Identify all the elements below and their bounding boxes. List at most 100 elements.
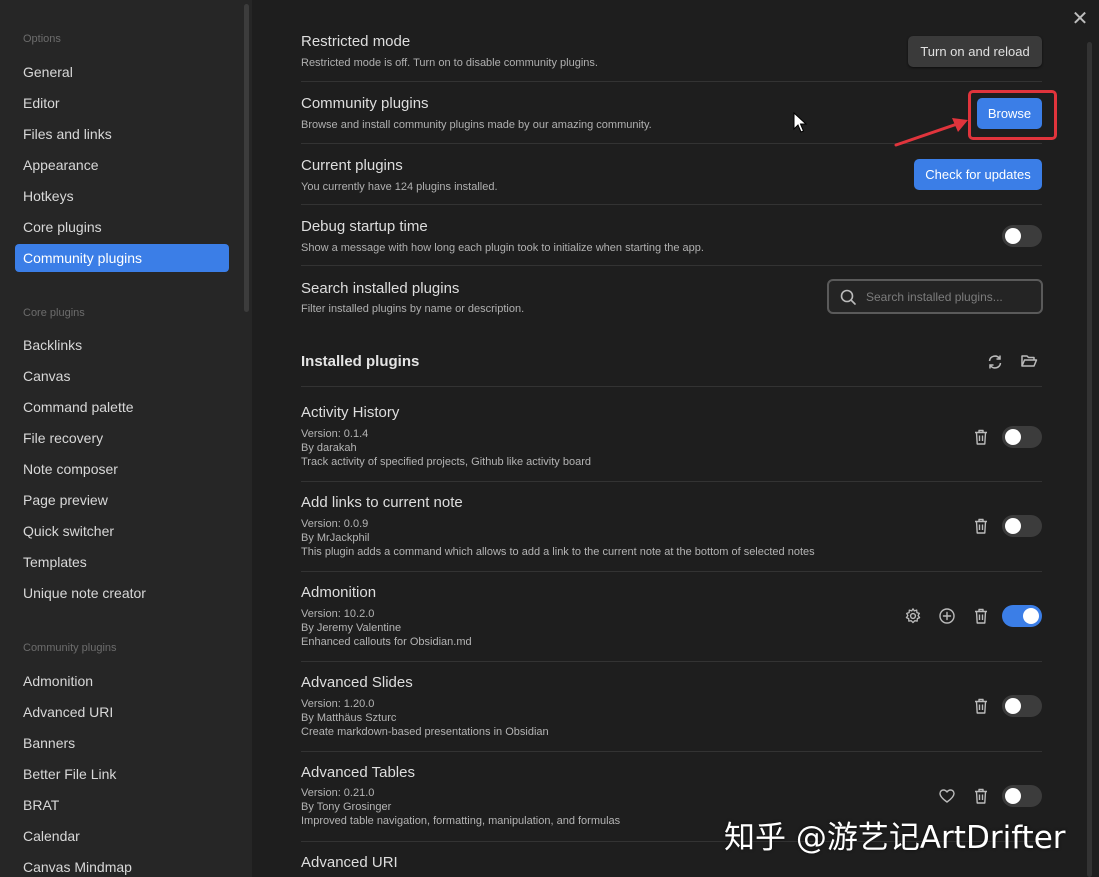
plugin-item-advanced-slides: Advanced Slides Version: 1.20.0 By Matth… [301,662,1042,752]
plugin-author: By Matthäus Szturc [301,712,397,724]
sidebar-item-backlinks[interactable]: Backlinks [15,331,229,359]
plugin-name: Admonition [301,584,377,601]
debug-startup-toggle[interactable] [1002,225,1042,247]
sidebar-item-quick-switcher[interactable]: Quick switcher [15,517,229,545]
sidebar-item-appearance[interactable]: Appearance [15,151,229,179]
sidebar-item-advanced-uri[interactable]: Advanced URI [15,698,229,726]
plugin-enable-toggle[interactable] [1002,605,1042,627]
setting-title: Community plugins [301,95,429,112]
watermark-text: 知乎 @游艺记ArtDrifter [724,820,1066,856]
search-installed-plugins-input[interactable]: Search installed plugins... [827,279,1043,314]
sidebar-item-brat[interactable]: BRAT [15,791,229,819]
sidebar-group-options: Options [23,33,61,45]
setting-debug-startup-time: Debug startup time Show a message with h… [301,204,1042,265]
trash-icon[interactable] [972,607,990,625]
turn-on-and-reload-button[interactable]: Turn on and reload [908,36,1042,67]
reload-icon[interactable] [986,353,1004,371]
sidebar-scrollbar[interactable] [244,4,249,312]
sidebar-item-unique-note-creator[interactable]: Unique note creator [15,579,229,607]
plugin-item-admonition: Admonition Version: 10.2.0 By Jeremy Val… [301,572,1042,662]
setting-description: Browse and install community plugins mad… [301,119,652,131]
plugin-enable-toggle[interactable] [1002,515,1042,537]
sidebar-group-core-plugins: Core plugins [23,307,85,319]
setting-description: Restricted mode is off. Turn on to disab… [301,57,598,69]
plugin-item-activity-history: Activity History Version: 0.1.4 By darak… [301,392,1042,482]
plugin-version: Version: 1.20.0 [301,698,375,710]
setting-title: Search installed plugins [301,280,460,297]
plus-circle-icon[interactable] [938,607,956,625]
plugin-description: Create markdown-based presentations in O… [301,726,549,738]
close-icon[interactable]: ✕ [1069,8,1091,30]
heart-icon[interactable] [938,787,956,805]
plugin-author: By Tony Grosinger [301,801,392,813]
sidebar-item-general[interactable]: General [15,58,229,86]
toggle-knob [1005,788,1021,804]
trash-icon[interactable] [972,517,990,535]
toggle-knob [1005,518,1021,534]
plugin-enable-toggle[interactable] [1002,426,1042,448]
search-icon [840,289,856,305]
sidebar-item-files-and-links[interactable]: Files and links [15,120,229,148]
setting-title: Debug startup time [301,218,428,235]
plugin-name: Advanced URI [301,854,398,871]
gear-icon[interactable] [904,607,922,625]
plugin-description: Improved table navigation, formatting, m… [301,815,621,827]
toggle-knob [1005,429,1021,445]
check-for-updates-button[interactable]: Check for updates [914,159,1042,190]
setting-description: You currently have 124 plugins installed… [301,181,498,193]
plugin-name: Advanced Tables [301,764,415,781]
installed-plugins-title: Installed plugins [301,353,420,370]
plugin-name: Advanced Slides [301,674,413,691]
sidebar-item-better-file-link[interactable]: Better File Link [15,760,229,788]
installed-plugins-header: Installed plugins [301,335,1042,387]
plugin-version: Version: 0.1.4 [301,428,369,440]
content-scrollbar[interactable] [1087,42,1092,877]
sidebar-item-canvas[interactable]: Canvas [15,362,229,390]
plugin-author: By darakah [301,442,357,454]
setting-description: Filter installed plugins by name or desc… [301,303,525,315]
plugin-enable-toggle[interactable] [1002,695,1042,717]
sidebar-item-page-preview[interactable]: Page preview [15,486,229,514]
sidebar-item-canvas-mindmap[interactable]: Canvas Mindmap [15,853,229,877]
trash-icon[interactable] [972,428,990,446]
sidebar-item-calendar[interactable]: Calendar [15,822,229,850]
browse-button[interactable]: Browse [977,98,1042,129]
annotation-arrow [894,118,968,147]
plugin-item-add-links-to-current-note: Add links to current note Version: 0.0.9… [301,482,1042,572]
plugin-enable-toggle[interactable] [1002,785,1042,807]
plugin-author: By MrJackphil [301,532,370,544]
setting-title: Current plugins [301,157,403,174]
sidebar-item-community-plugins[interactable]: Community plugins [15,244,229,272]
setting-description: Show a message with how long each plugin… [301,242,704,254]
plugin-version: Version: 0.21.0 [301,787,375,799]
plugin-description: Track activity of specified projects, Gi… [301,456,591,468]
trash-icon[interactable] [972,697,990,715]
plugin-name: Activity History [301,404,400,421]
toggle-knob [1005,228,1021,244]
sidebar-item-editor[interactable]: Editor [15,89,229,117]
setting-title: Restricted mode [301,33,411,50]
plugin-author: By Jeremy Valentine [301,622,402,634]
settings-sidebar: Options General Editor Files and links A… [0,0,252,877]
sidebar-group-community-plugins: Community plugins [23,642,117,654]
plugin-description: Enhanced callouts for Obsidian.md [301,636,472,648]
sidebar-item-file-recovery[interactable]: File recovery [15,424,229,452]
plugin-version: Version: 0.0.9 [301,518,369,530]
sidebar-item-note-composer[interactable]: Note composer [15,455,229,483]
setting-search-installed-plugins: Search installed plugins Filter installe… [301,265,1043,325]
sidebar-item-hotkeys[interactable]: Hotkeys [15,182,229,210]
plugin-name: Add links to current note [301,494,463,511]
sidebar-item-command-palette[interactable]: Command palette [15,393,229,421]
toggle-knob [1005,698,1021,714]
folder-open-icon[interactable] [1020,352,1038,370]
search-placeholder: Search installed plugins... [866,290,1003,304]
trash-icon[interactable] [972,787,990,805]
setting-restricted-mode: Restricted mode Restricted mode is off. … [301,30,1042,81]
plugin-description: This plugin adds a command which allows … [301,546,815,558]
sidebar-item-templates[interactable]: Templates [15,548,229,576]
plugin-version: Version: 10.2.0 [301,608,375,620]
sidebar-item-admonition[interactable]: Admonition [15,667,229,695]
sidebar-item-banners[interactable]: Banners [15,729,229,757]
toggle-knob [1023,608,1039,624]
sidebar-item-core-plugins[interactable]: Core plugins [15,213,229,241]
